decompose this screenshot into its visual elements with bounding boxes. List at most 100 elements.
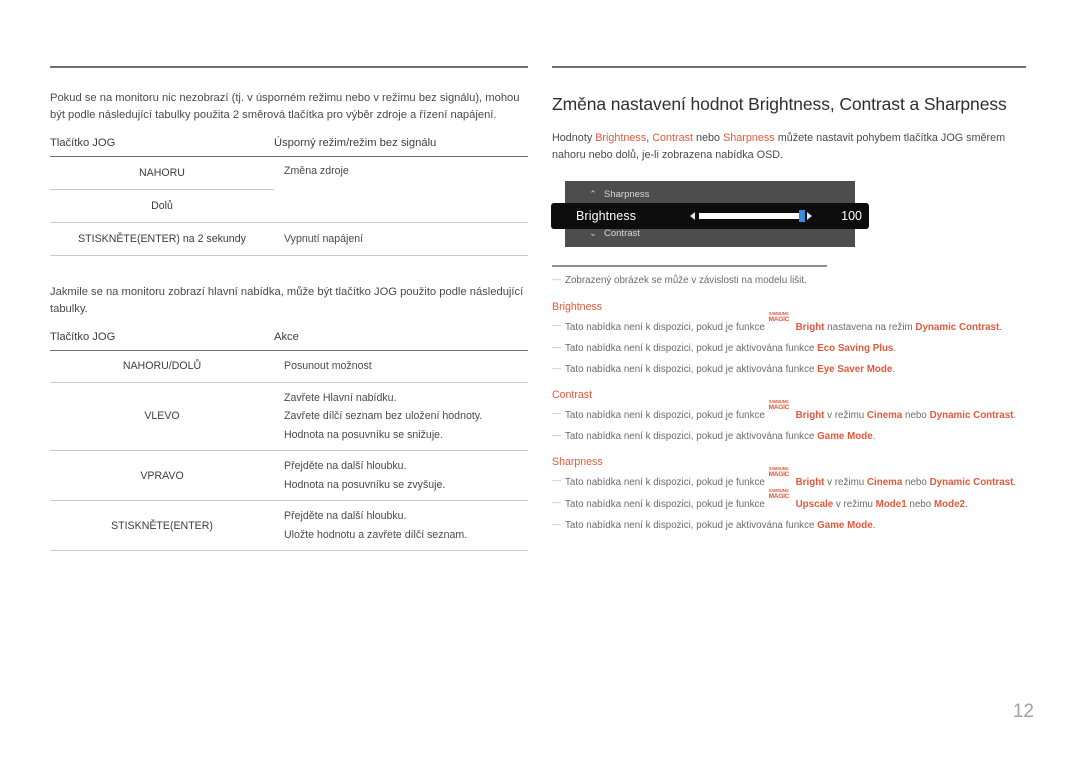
note-image-disclaimer: ― Zobrazený obrázek se může v závislosti … [552, 273, 1026, 288]
link-contrast: Contrast [652, 132, 694, 144]
cell-value: Přejděte na další hloubku. Uložte hodnot… [274, 501, 528, 551]
link-brightness: Brightness [595, 132, 647, 144]
feature-name: Bright [795, 321, 825, 333]
note-text: Tato nabídka není k dispozici, pokud je … [565, 363, 818, 375]
note-text: . [892, 363, 896, 375]
table-row: NAHORU Změna zdroje [50, 156, 528, 190]
note-dash-icon: ― [552, 319, 561, 330]
mode-link: Mode2 [933, 498, 965, 510]
note-dash-icon: ― [552, 518, 561, 529]
cell-key: STISKNĚTE(ENTER) [111, 519, 213, 532]
cell-key: VPRAVO [140, 469, 184, 482]
right-column-top-rule [552, 66, 1026, 68]
note-text: Tato nabídka není k dispozici, pokud je … [565, 409, 768, 421]
cell-value: Vypnutí napájení [284, 232, 364, 245]
cell-line: Zavřete Hlavní nabídku. [284, 391, 397, 404]
note-text: Zobrazený obrázek se může v závislosti n… [565, 274, 807, 286]
page-title: Změna nastavení hodnot Brightness, Contr… [552, 94, 1007, 114]
cell-value: Změna zdroje [284, 165, 349, 177]
note-dash-icon: ― [552, 429, 561, 440]
cell-key: VLEVO [144, 410, 180, 423]
note-text: nebo [902, 476, 930, 488]
osd-item-label: Sharpness [604, 188, 650, 200]
osd-item-sharpness: ⌃ Sharpness [565, 184, 855, 204]
table-row: NAHORU/DOLŮ Posunout možnost [50, 351, 528, 383]
feature-name: Bright [795, 409, 825, 421]
right-intro-paragraph: Hodnoty Brightness, Contrast nebo Sharpn… [552, 130, 1026, 163]
table-row: STISKNĚTE(ENTER) Přejděte na další hloub… [50, 501, 528, 551]
column-header-mode: Úsporný režim/režim bez signálu [274, 137, 437, 149]
arrow-left-icon [690, 212, 695, 220]
note-text: . [999, 321, 1002, 333]
note-text: v režimu [833, 498, 876, 510]
cell-line: Přejděte na další hloubku. [284, 460, 407, 472]
note-dash-icon: ― [552, 273, 561, 284]
mode-link: Dynamic Contrast [929, 476, 1014, 488]
note-text: . [1013, 409, 1017, 421]
mode-link: Eye Saver Mode [817, 363, 893, 375]
note-section-title-brightness: Brightness [552, 300, 603, 313]
note-text: v režimu [824, 409, 867, 421]
feature-name: Bright [795, 476, 825, 488]
note-text: nastavena na režim [824, 321, 916, 333]
osd-item-label: Contrast [604, 227, 640, 239]
cell-line: Posunout možnost [284, 360, 372, 372]
mode-link: Dynamic Contrast [929, 409, 1014, 421]
note-text: . [872, 430, 876, 442]
table-row: STISKNĚTE(ENTER) na 2 sekundy Vypnutí na… [50, 223, 528, 256]
chevron-down-icon: ⌄ [589, 227, 597, 238]
mode-link: Cinema [866, 476, 903, 488]
note-section-title-contrast: Contrast [552, 388, 593, 401]
note-text: Tato nabídka není k dispozici, pokud je … [565, 519, 818, 531]
link-sharpness: Sharpness [723, 132, 775, 144]
note-dash-icon: ― [552, 362, 561, 373]
cell-key: STISKNĚTE(ENTER) na 2 sekundy [78, 233, 246, 245]
note-text: Tato nabídka není k dispozici, pokud je … [565, 342, 818, 354]
cell-line: Přejděte na další hloubku. [284, 510, 407, 522]
manual-page: Pokud se na monitoru nic nezobrazí (tj. … [0, 0, 1080, 763]
note-item: ― Tato nabídka není k dispozici, pokud je… [552, 518, 1026, 533]
right-column: Změna nastavení hodnot Brightness, Contr… [552, 66, 1026, 533]
note-item: ― Tato nabídka není k dispozici, pokud je… [552, 341, 1026, 356]
cell-line: Hodnota na posuvníku se zvyšuje. [284, 478, 446, 491]
intro-text-1: Hodnoty [552, 132, 596, 144]
jog-table-menu: Tlačítko JOG Akce NAHORU/DOLŮ Posunout m… [50, 331, 528, 551]
mode-link: Cinema [866, 409, 903, 421]
note-text: Tato nabídka není k dispozici, pokud je … [565, 498, 768, 510]
feature-name: Upscale [795, 498, 834, 510]
cell-key: Dolů [151, 200, 173, 212]
chevron-up-icon: ⌃ [589, 188, 597, 199]
note-text: nebo [906, 498, 934, 510]
column-header-action: Akce [274, 331, 299, 343]
mode-link: Mode1 [875, 498, 907, 510]
table-row: VPRAVO Přejděte na další hloubku. Hodnot… [50, 451, 528, 501]
slider-track [699, 210, 805, 222]
note-dash-icon: ― [552, 341, 561, 352]
note-text: . [893, 342, 897, 354]
note-item: ― Tato nabídka není k dispozici, pokud je… [552, 429, 1026, 444]
note-dash-icon: ― [552, 407, 561, 418]
osd-value: 100 [841, 209, 862, 223]
cell-value: Posunout možnost [274, 351, 528, 383]
note-text: . [872, 519, 876, 531]
samsung-magic-logo-icon: SAMSUNG MAGIC [768, 487, 790, 500]
osd-illustration: ⌃ Sharpness ⌄ Contrast Brightness 100 [552, 181, 1026, 247]
column-header-jog: Tlačítko JOG [50, 137, 116, 149]
note-item: ― Tato nabídka není k dispozici, pokud je… [552, 362, 1026, 377]
table-row: VLEVO Zavřete Hlavní nabídku. Zavřete dí… [50, 382, 528, 451]
note-text: Tato nabídka není k dispozici, pokud je … [565, 321, 768, 333]
column-header-jog: Tlačítko JOG [50, 331, 116, 343]
left-column: Pokud se na monitoru nic nezobrazí (tj. … [50, 66, 528, 551]
cell-line: Zavřete dílčí seznam bez uložení hodnoty… [284, 410, 483, 422]
mode-link: Eco Saving Plus [817, 342, 894, 354]
osd-item-brightness-active: Brightness 100 [552, 204, 868, 228]
table-header-row: Tlačítko JOG Akce [50, 331, 528, 351]
samsung-magic-logo-icon: SAMSUNG MAGIC [768, 465, 790, 478]
note-text: v režimu [824, 476, 867, 488]
note-dash-icon: ― [552, 474, 561, 485]
cell-line: Uložte hodnotu a zavřete dílčí seznam. [284, 528, 468, 541]
page-number: 12 [1012, 701, 1034, 722]
mode-link: Game Mode [817, 519, 873, 531]
left-second-paragraph: Jakmile se na monitoru zobrazí hlavní na… [50, 286, 524, 315]
slider-handle [799, 210, 805, 222]
